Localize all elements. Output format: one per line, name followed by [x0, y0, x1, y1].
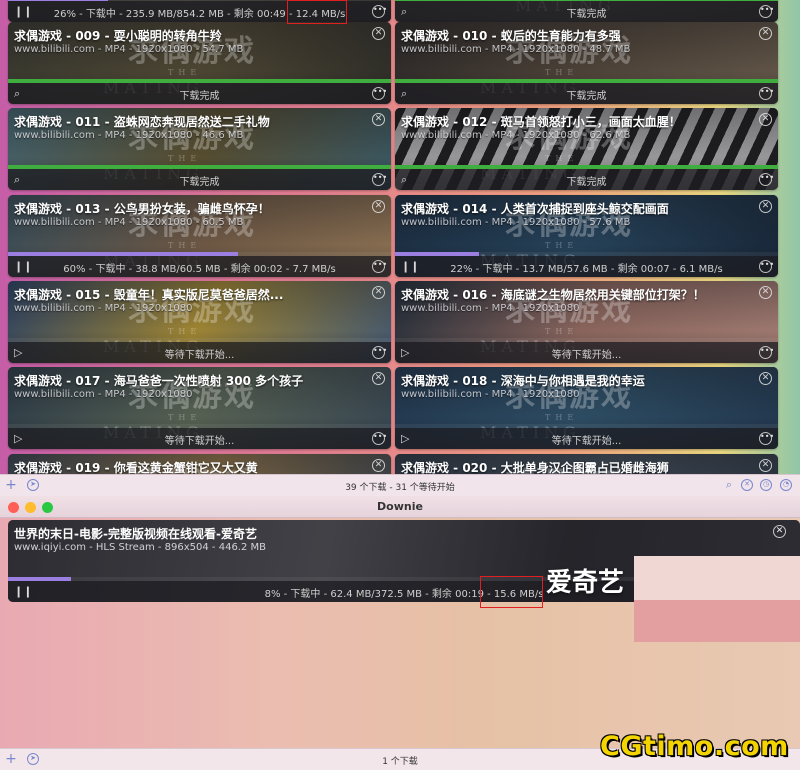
speed-highlight-box — [287, 0, 347, 24]
site-watermark: CGtimo.com — [600, 731, 789, 762]
search-icon[interactable]: ⌕ — [723, 479, 735, 491]
more-options-icon[interactable]: ••• — [372, 5, 387, 18]
more-options-icon[interactable]: ••• — [759, 345, 774, 359]
more-options-icon[interactable]: ••• — [759, 5, 774, 18]
download-title: 求偶游戏 - 014 - 人类首次捕捉到座头鲸交配画面 — [401, 201, 669, 216]
download-meta: www.bilibili.com - MP4 - 1920x1080 - 60.… — [14, 216, 244, 228]
search-icon[interactable]: ⌕ — [14, 87, 20, 101]
overlay-block-light — [634, 556, 800, 600]
download-title: 求偶游戏 - 016 - 海底谜之生物居然用关键部位打架？！ — [401, 287, 705, 302]
speed-icon[interactable]: ◔ — [780, 479, 792, 491]
play-icon[interactable]: ▷ — [401, 346, 409, 359]
download-card[interactable]: 求偶游戏 THE MATING 求偶游戏 - 014 - 人类首次捕捉到座头鲸交… — [395, 194, 778, 277]
download-card[interactable]: 求偶游戏 THE MATING 求偶游戏 - 011 - 盗蛛网恋奔现居然送二手… — [8, 108, 391, 191]
download-card[interactable]: 求偶游戏 THE MATING 求偶游戏 - 018 - 深海中与你相遇是我的幸… — [395, 367, 778, 450]
download-status: 下载完成 — [566, 91, 607, 102]
download-meta: www.bilibili.com - MP4 - 1920x1080 - 62.… — [401, 130, 631, 142]
download-card[interactable]: 求偶游戏 THE MATING 求偶游戏 - 017 - 海马爸爸一次性喷射 3… — [8, 367, 391, 450]
play-icon[interactable]: ▷ — [14, 346, 22, 359]
download-title: 求偶游戏 - 019 - 你看这黄金蟹钳它又大又黄 — [14, 460, 258, 475]
download-status: 等待下载开始... — [164, 436, 235, 448]
download-card[interactable]: 求偶游戏 THE MATING 求偶游戏 - 013 - 公鸟男扮女装，骗雌鸟怀… — [8, 194, 391, 277]
close-icon[interactable]: ✕ — [372, 285, 385, 299]
search-icon[interactable]: ⌕ — [401, 5, 407, 19]
download-status: 等待下载开始... — [551, 349, 622, 361]
download-card[interactable]: 求偶游戏 THE MATING 求偶游戏 - 010 - 蚁后的生育能力有多强 … — [395, 22, 778, 104]
download-status: 下载完成 — [566, 177, 607, 189]
download-status: 下载完成 — [179, 91, 220, 102]
search-icon[interactable]: ⌕ — [401, 87, 407, 101]
pause-icon[interactable]: ❙❙ — [14, 5, 32, 18]
download-title: 求偶游戏 - 020 - 大批单身汉企图霸占已婚雌海狮 — [401, 460, 669, 475]
more-options-icon[interactable]: ••• — [372, 173, 387, 187]
download-title: 求偶游戏 - 011 - 盗蛛网恋奔现居然送二手礼物 — [14, 115, 270, 130]
list-footer: + ➤ 39 个下载 - 31 个等待开始 ⌕ ✕ ◷ ◔ — [0, 474, 800, 496]
pause-icon[interactable]: ❙❙ — [14, 260, 32, 273]
download-status: 等待下载开始... — [164, 349, 235, 361]
download-title: 求偶游戏 - 009 - 耍小聪明的转角牛羚 — [14, 29, 222, 43]
pause-icon[interactable]: ❙❙ — [14, 585, 32, 598]
download-list-window: ❙❙ 26% - 下载中 - 235.9 MB/854.2 MB - 剩余 00… — [0, 0, 800, 496]
history-icon[interactable]: ◷ — [760, 479, 772, 491]
more-options-icon[interactable]: ••• — [372, 432, 387, 446]
download-card[interactable]: 求偶游戏 THE MATING 求偶游戏 - 009 - 耍小聪明的转角牛羚 w… — [8, 22, 391, 104]
download-status: 22% - 下载中 - 13.7 MB/57.6 MB - 剩余 00:07 -… — [450, 263, 723, 275]
download-card-partial-right[interactable]: MATING ⌕ 下载完成 ••• — [395, 0, 778, 22]
download-title: 求偶游戏 - 018 - 深海中与你相遇是我的幸运 — [401, 374, 645, 389]
play-icon[interactable]: ▷ — [14, 432, 22, 445]
more-options-icon[interactable]: ••• — [372, 345, 387, 359]
download-status: 下载完成 — [566, 9, 607, 20]
download-card[interactable]: 求偶游戏 THE MATING 求偶游戏 - 016 - 海底谜之生物居然用关键… — [395, 280, 778, 363]
close-icon[interactable]: ✕ — [759, 458, 772, 472]
more-options-icon[interactable]: ••• — [372, 259, 387, 273]
pause-icon[interactable]: ❙❙ — [401, 260, 419, 273]
close-icon[interactable]: ✕ — [759, 199, 772, 213]
title-bar: Downie — [0, 496, 800, 518]
download-meta: www.bilibili.com - MP4 - 1920x1080 - 57.… — [401, 216, 631, 228]
download-card[interactable]: 求偶游戏 THE MATING 求偶游戏 - 012 - 斑马首领怒打小三，画面… — [395, 108, 778, 191]
cancel-all-icon[interactable]: ✕ — [741, 479, 753, 491]
download-count: 39 个下载 - 31 个等待开始 — [345, 483, 455, 493]
close-icon[interactable]: ✕ — [372, 458, 385, 472]
download-meta: www.bilibili.com - MP4 - 1920x1080 — [401, 389, 580, 401]
download-title: 求偶游戏 - 013 - 公鸟男扮女装，骗雌鸟怀孕！ — [14, 201, 270, 216]
download-meta: www.bilibili.com - MP4 - 1920x1080 — [14, 389, 193, 401]
window-title: Downie — [377, 500, 423, 513]
download-status: 60% - 下载中 - 38.8 MB/60.5 MB - 剩余 00:02 -… — [63, 263, 336, 275]
download-card[interactable]: 求偶游戏 THE MATING 求偶游戏 - 015 - 毁童年！真实版尼莫爸爸… — [8, 280, 391, 363]
download-title: 求偶游戏 - 017 - 海马爸爸一次性喷射 300 多个孩子 — [14, 374, 304, 389]
download-meta: www.bilibili.com - MP4 - 1920x1080 — [401, 302, 580, 314]
download-title: 求偶游戏 - 015 - 毁童年！真实版尼莫爸爸居然... — [14, 287, 284, 302]
more-options-icon[interactable]: ••• — [759, 432, 774, 446]
close-icon[interactable]: ✕ — [372, 27, 385, 40]
download-meta: www.bilibili.com - MP4 - 1920x1080 - 54.… — [14, 44, 244, 55]
speed-highlight-box — [480, 576, 543, 608]
more-options-icon[interactable]: ••• — [759, 87, 774, 100]
download-meta: www.bilibili.com - MP4 - 1920x1080 — [14, 302, 193, 314]
more-options-icon[interactable]: ••• — [759, 173, 774, 187]
close-icon[interactable]: ✕ — [773, 525, 786, 538]
close-icon[interactable]: ✕ — [759, 285, 772, 299]
close-icon[interactable]: ✕ — [759, 27, 772, 40]
download-status: 等待下载开始... — [551, 436, 622, 448]
download-title: 求偶游戏 - 012 - 斑马首领怒打小三，画面太血腥！ — [401, 115, 681, 130]
download-title: 世界的末日-电影-完整版视频在线观看-爱奇艺 — [14, 527, 257, 541]
more-options-icon[interactable]: ••• — [759, 259, 774, 273]
download-meta: www.iqiyi.com - HLS Stream - 896x504 - 4… — [14, 542, 267, 553]
play-icon[interactable]: ▷ — [401, 432, 409, 445]
download-meta: www.bilibili.com - MP4 - 1920x1080 - 46.… — [14, 130, 244, 142]
download-meta: www.bilibili.com - MP4 - 1920x1080 - 48.… — [401, 44, 631, 55]
iqiyi-label: 爱奇艺 — [546, 568, 625, 598]
close-icon[interactable]: ✕ — [372, 199, 385, 213]
download-title: 求偶游戏 - 010 - 蚁后的生育能力有多强 — [401, 29, 621, 43]
more-options-icon[interactable]: ••• — [372, 87, 387, 100]
download-status: 下载完成 — [179, 177, 220, 189]
search-icon[interactable]: ⌕ — [14, 173, 20, 187]
search-icon[interactable]: ⌕ — [401, 173, 407, 187]
